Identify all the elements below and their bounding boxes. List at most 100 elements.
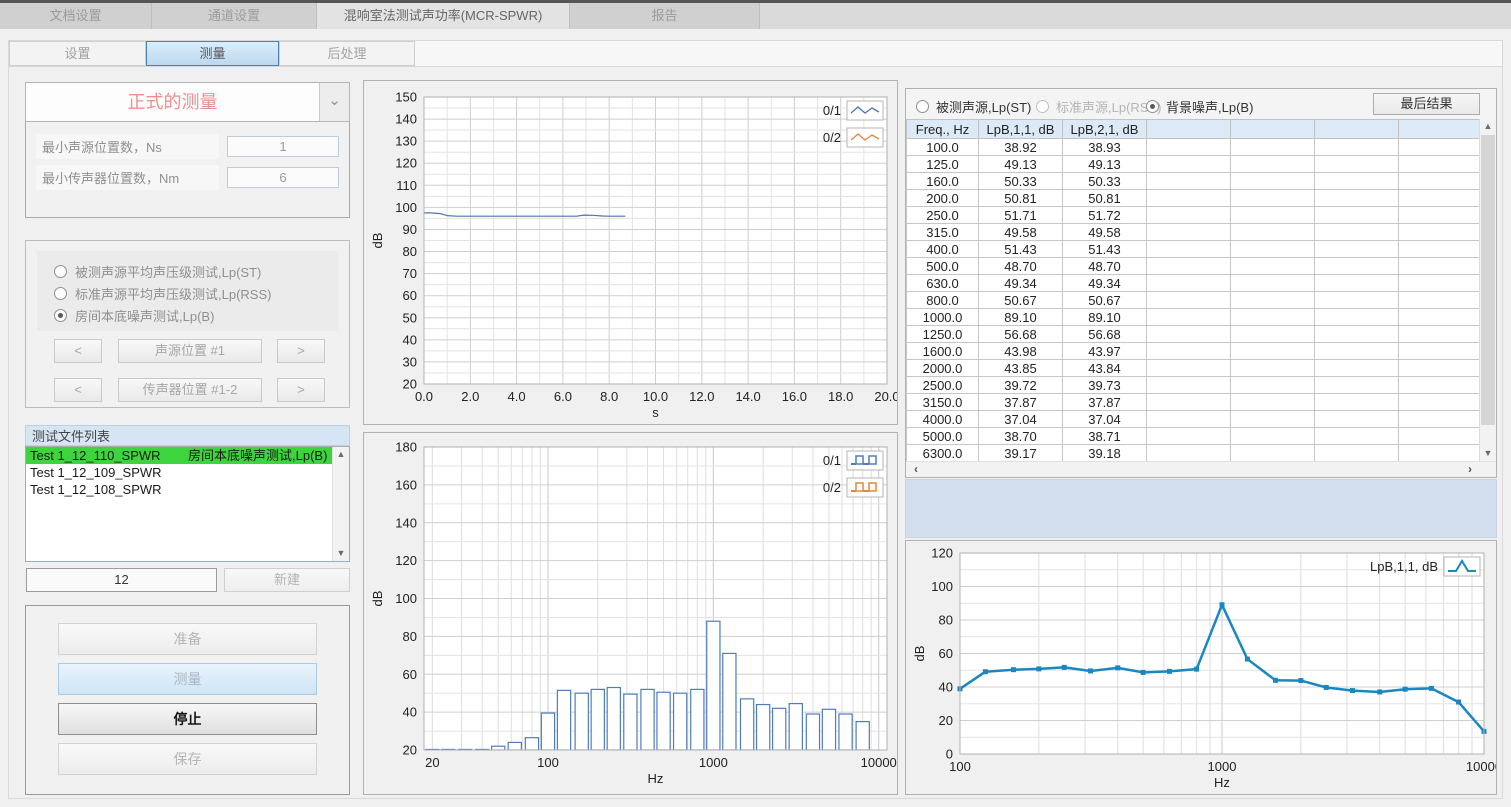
scroll-down-icon[interactable]: ▼ [333, 546, 349, 561]
svg-text:6.0: 6.0 [554, 389, 572, 404]
table-row[interactable]: 5000.038.7038.71 [907, 428, 1482, 445]
list-item[interactable]: Test 1_12_108_SPWR [26, 481, 349, 498]
table-cell [1147, 207, 1231, 224]
table-cell: 400.0 [907, 241, 979, 258]
file-list-scrollbar[interactable]: ▲ ▼ [332, 447, 349, 561]
table-cell [1315, 326, 1399, 343]
table-row[interactable]: 2500.039.7239.73 [907, 377, 1482, 394]
main-tab-4[interactable]: 报告 [570, 3, 760, 29]
test-type-option-2[interactable]: 标准声源平均声压级测试,Lp(RSS) [54, 282, 338, 304]
main-tab-2[interactable]: 通道设置 [152, 3, 317, 29]
sub-tab-3[interactable]: 后处理 [279, 41, 415, 66]
table-row[interactable]: 400.051.4351.43 [907, 241, 1482, 258]
svg-text:150: 150 [395, 90, 417, 105]
results-radio-1[interactable]: 被测声源,Lp(ST) [916, 97, 1031, 116]
table-row[interactable]: 1000.089.1089.10 [907, 309, 1482, 326]
table-cell [1147, 241, 1231, 258]
main-tab-3[interactable]: 混响室法测试声功率(MCR-SPWR) [317, 3, 570, 29]
table-row[interactable]: 125.049.1349.13 [907, 156, 1482, 173]
radio-icon[interactable] [1146, 100, 1159, 113]
file-count-button[interactable]: 12 [26, 568, 217, 592]
position-label-button[interactable]: 声源位置 #1 [118, 339, 262, 363]
prepare-button[interactable]: 准备 [58, 623, 317, 655]
field-row-1: 最小声源位置数，Ns1 [36, 134, 339, 159]
field-value-input[interactable]: 1 [227, 136, 339, 157]
radio-icon[interactable] [916, 100, 929, 113]
test-type-panel: 被测声源平均声压级测试,Lp(ST)标准声源平均声压级测试,Lp(RSS)房间本… [25, 240, 350, 408]
field-value-input[interactable]: 6 [227, 167, 339, 188]
table-row[interactable]: 1250.056.6856.68 [907, 326, 1482, 343]
table-cell: 39.72 [979, 377, 1063, 394]
table-cell [1231, 428, 1315, 445]
table-cell: 2000.0 [907, 360, 979, 377]
file-note: 房间本底噪声测试,Lp(B) [188, 447, 327, 464]
save-button[interactable]: 保存 [58, 743, 317, 775]
table-row[interactable]: 315.049.5849.58 [907, 224, 1482, 241]
table-row[interactable]: 3150.037.8737.87 [907, 394, 1482, 411]
table-row[interactable]: 2000.043.8543.84 [907, 360, 1482, 377]
table-row[interactable]: 160.050.3350.33 [907, 173, 1482, 190]
radio-icon[interactable] [1036, 100, 1049, 113]
svg-text:20: 20 [939, 713, 953, 728]
table-cell [1399, 360, 1482, 377]
results-table-vscrollbar[interactable]: ▲ ▼ [1479, 119, 1496, 461]
position-next-button[interactable]: > [277, 339, 325, 363]
table-row[interactable]: 200.050.8150.81 [907, 190, 1482, 207]
scroll-up-icon[interactable]: ▲ [1480, 119, 1496, 134]
radio-icon[interactable] [54, 309, 67, 322]
position-label-button[interactable]: 传声器位置 #1-2 [118, 378, 262, 402]
radio-icon[interactable] [54, 287, 67, 300]
results-table-hscrollbar[interactable]: ‹ › [906, 461, 1496, 477]
radio-icon[interactable] [54, 265, 67, 278]
position-next-button[interactable]: > [277, 378, 325, 402]
table-cell [1399, 275, 1482, 292]
list-item[interactable]: Test 1_12_109_SPWR [26, 464, 349, 481]
scroll-up-icon[interactable]: ▲ [333, 447, 349, 462]
dropdown-chevron-icon[interactable]: ⌄ [319, 83, 349, 121]
table-row[interactable]: 100.038.9238.93 [907, 139, 1482, 156]
svg-text:0/1: 0/1 [823, 103, 841, 118]
radio-label: 被测声源平均声压级测试,Lp(ST) [75, 262, 261, 281]
test-type-option-3[interactable]: 房间本底噪声测试,Lp(B) [54, 304, 338, 326]
stop-button[interactable]: 停止 [58, 703, 317, 735]
results-radio-3[interactable]: 背景噪声,Lp(B) [1146, 97, 1253, 116]
table-cell: 49.58 [979, 224, 1063, 241]
measure-button[interactable]: 测量 [58, 663, 317, 695]
table-row[interactable]: 6300.039.1739.18 [907, 445, 1482, 462]
scroll-left-icon[interactable]: ‹ [908, 462, 924, 477]
scroll-right-icon[interactable]: › [1462, 462, 1478, 477]
test-file-panel: 测试文件列表 Test 1_12_110_SPWR房间本底噪声测试,Lp(B)T… [25, 425, 350, 562]
table-cell [1315, 156, 1399, 173]
table-row[interactable]: 250.051.7151.72 [907, 207, 1482, 224]
table-cell: 51.72 [1063, 207, 1147, 224]
position-prev-button[interactable]: < [54, 378, 102, 402]
file-name: Test 1_12_108_SPWR [30, 481, 188, 498]
test-type-radio-group: 被测声源平均声压级测试,Lp(ST)标准声源平均声压级测试,Lp(RSS)房间本… [37, 251, 338, 331]
vscroll-thumb[interactable] [1481, 135, 1495, 425]
table-cell [1315, 411, 1399, 428]
main-tab-1[interactable]: 文档设置 [0, 3, 152, 29]
table-row[interactable]: 630.049.3449.34 [907, 275, 1482, 292]
svg-text:Hz: Hz [648, 771, 664, 786]
list-item[interactable]: Test 1_12_110_SPWR房间本底噪声测试,Lp(B) [26, 447, 349, 464]
table-row[interactable]: 1600.043.9843.97 [907, 343, 1482, 360]
table-cell [1315, 292, 1399, 309]
sub-tab-2[interactable]: 测量 [146, 41, 279, 66]
svg-text:4.0: 4.0 [508, 389, 526, 404]
new-file-button[interactable]: 新建 [224, 568, 350, 592]
results-radio-2[interactable]: 标准声源,Lp(RSS) [1036, 97, 1161, 116]
table-row[interactable]: 500.048.7048.70 [907, 258, 1482, 275]
table-cell: 49.58 [1063, 224, 1147, 241]
spectrum-bar-chart-box: 2040608010012014016018020100100010000Hzd… [363, 432, 898, 795]
scroll-down-icon[interactable]: ▼ [1480, 446, 1496, 461]
table-cell [1147, 360, 1231, 377]
final-result-button[interactable]: 最后结果 [1373, 93, 1480, 115]
test-type-option-1[interactable]: 被测声源平均声压级测试,Lp(ST) [54, 260, 338, 282]
position-prev-button[interactable]: < [54, 339, 102, 363]
table-cell: 1000.0 [907, 309, 979, 326]
table-row[interactable]: 4000.037.0437.04 [907, 411, 1482, 428]
measurement-mode-dropdown[interactable]: 正式的测量 ⌄ [25, 82, 350, 122]
sub-tab-1[interactable]: 设置 [9, 41, 146, 66]
table-row[interactable]: 800.050.6750.67 [907, 292, 1482, 309]
results-panel: 最后结果 被测声源,Lp(ST)标准声源,Lp(RSS)背景噪声,Lp(B) F… [905, 88, 1497, 478]
